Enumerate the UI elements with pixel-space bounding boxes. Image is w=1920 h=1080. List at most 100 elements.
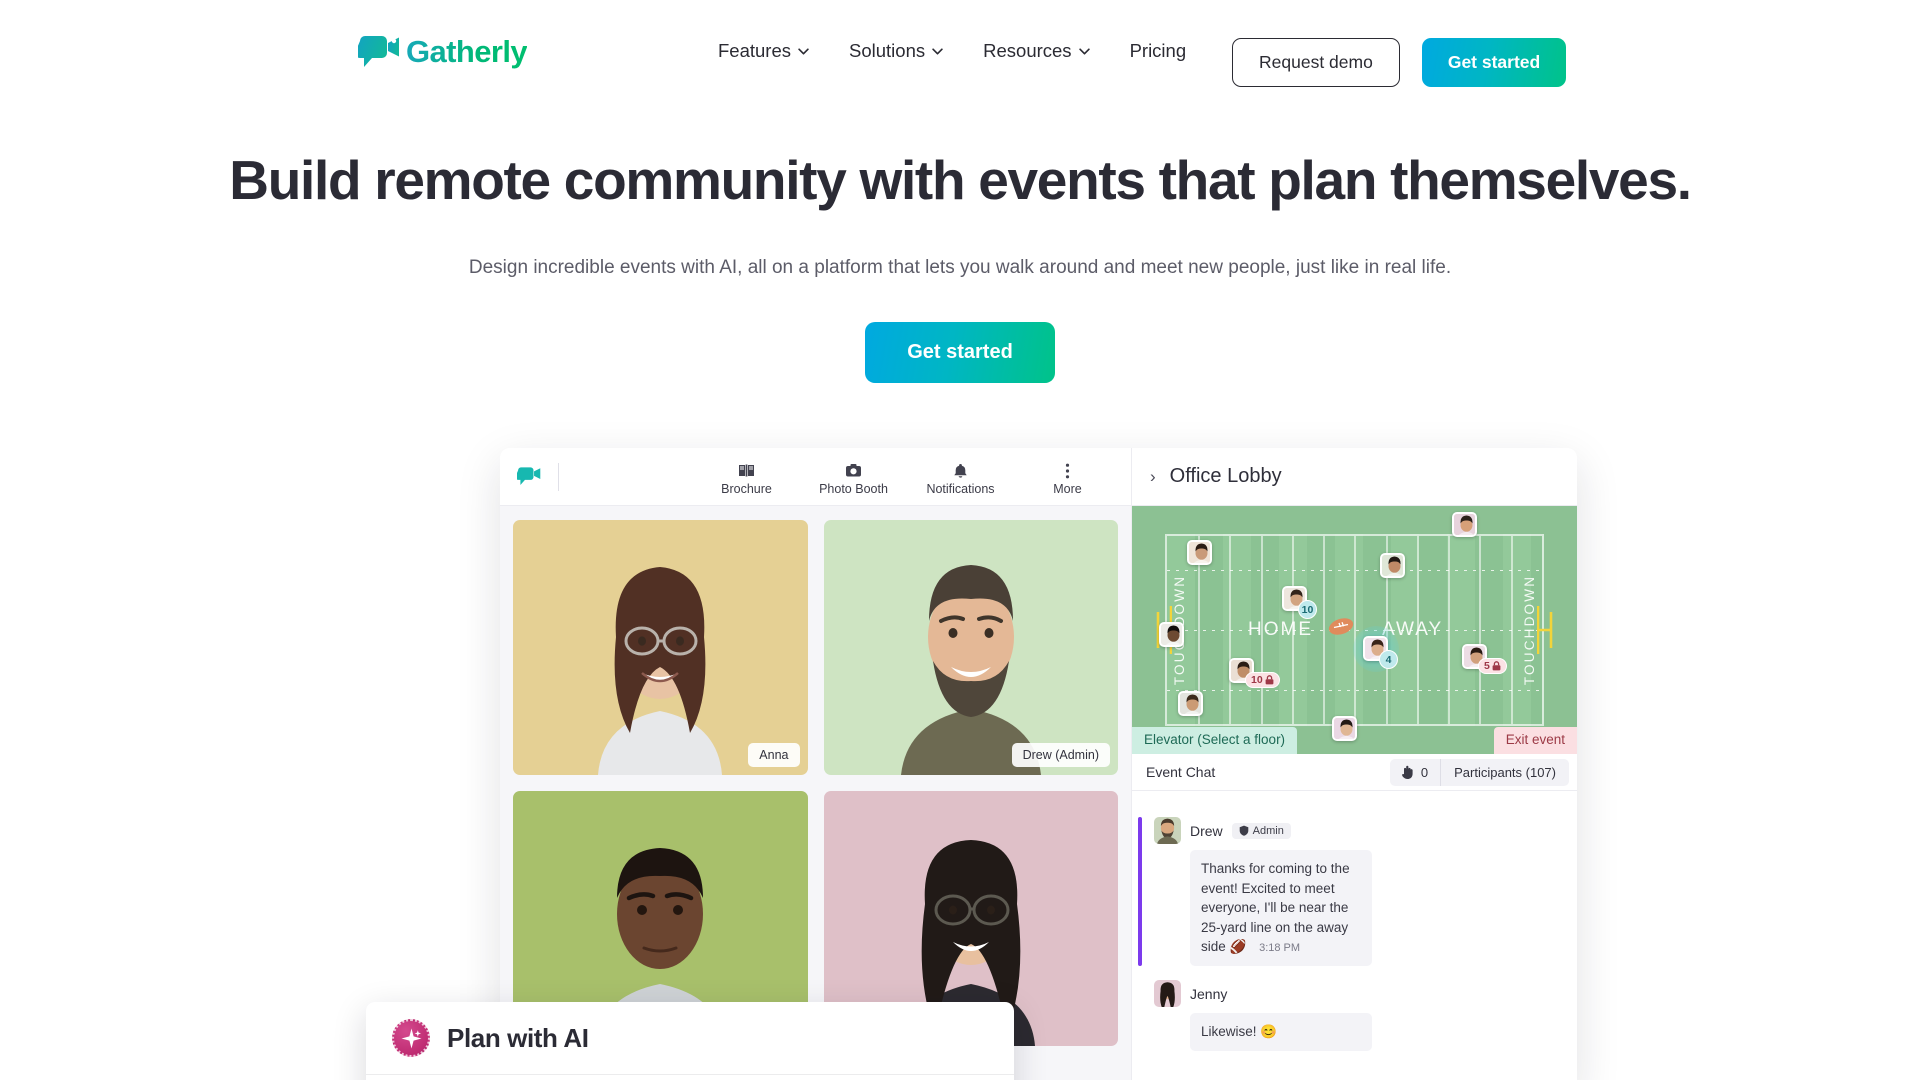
status-badge: Admin [1231, 822, 1291, 839]
sparkle-icon [392, 1019, 430, 1057]
raise-hand-count: 0 [1420, 764, 1429, 780]
room-name-label: Office Lobby [1169, 465, 1282, 487]
room-header: › Office Lobby [1131, 448, 1577, 506]
nav-item-features[interactable]: Features [718, 40, 809, 62]
map-pin-badge: 10 [1298, 600, 1317, 619]
app-toolbar: Brochure Photo Booth Notifications More [693, 457, 1121, 496]
map-participant-pin[interactable] [1380, 553, 1405, 578]
chevron-down-icon [1078, 47, 1090, 55]
goalpost-right-icon [1537, 606, 1553, 654]
hash-marks [1167, 569, 1542, 571]
map-participant-pin[interactable] [1452, 512, 1477, 537]
lock-icon [1492, 661, 1501, 671]
elevator-button[interactable]: Elevator (Select a floor) [1132, 727, 1298, 754]
event-map-football-field[interactable]: TOUCHDOWN TOUCHDOWN HOME AWAY 104105 Ele… [1132, 506, 1577, 754]
chat-message-time: 3:18 PM [1259, 942, 1301, 955]
app-mockup: Brochure Photo Booth Notifications More … [500, 448, 1577, 1080]
nav-item-features-label: Features [718, 40, 792, 61]
app-logo-icon[interactable] [517, 466, 542, 487]
toolbar-item-photo-booth-label: Photo Booth [819, 482, 888, 496]
hero-section: Build remote community with events that … [0, 149, 1920, 384]
video-tile[interactable]: Drew (Admin) [823, 520, 1118, 775]
video-tile[interactable]: Anna [513, 520, 808, 775]
book-icon [738, 461, 755, 480]
exit-event-button[interactable]: Exit event [1493, 727, 1577, 754]
chevron-right-icon[interactable]: › [1150, 467, 1156, 487]
kebab-menu-icon [1065, 461, 1070, 480]
map-pin-count: 10 [1301, 603, 1314, 616]
endzone-label-right: TOUCHDOWN [1522, 574, 1537, 686]
plan-with-ai-header: Plan with AI [366, 1002, 1014, 1075]
nav-actions: Request demo Get started [1232, 38, 1567, 87]
video-grid: Anna Drew (Admin) [513, 520, 1118, 1046]
toolbar-item-photo-booth[interactable]: Photo Booth [800, 457, 907, 496]
toolbar-item-brochure[interactable]: Brochure [693, 457, 800, 496]
map-participant-pin[interactable] [1187, 540, 1212, 565]
map-participant-pin[interactable] [1159, 622, 1184, 647]
camera-icon [845, 461, 862, 480]
map-pin-count: 10 [1251, 674, 1263, 686]
video-chat-bubble-icon [358, 36, 399, 67]
video-grid-pane: Anna Drew (Admin) [500, 506, 1131, 1080]
hero-subhead: Design incredible events with AI, all on… [468, 256, 1452, 278]
avatar [1161, 624, 1182, 645]
field-playing-surface [1165, 534, 1544, 726]
lock-icon [1265, 675, 1274, 685]
app-toolbar-area: Brochure Photo Booth Notifications More [500, 448, 1131, 506]
map-pin-badge: 10 [1245, 672, 1280, 688]
chat-message-bubble: Thanks for coming to the event! Excited … [1190, 850, 1372, 967]
map-pin-badge: 4 [1379, 650, 1398, 669]
toolbar-divider [558, 462, 559, 491]
toolbar-item-more-label: More [1053, 482, 1082, 496]
avatar [1382, 555, 1403, 576]
chat-message-header: Drew Admin [1154, 817, 1563, 844]
brand-logo[interactable]: Gatherly [358, 34, 528, 70]
avatar [1154, 980, 1181, 1008]
participant-avatar [598, 567, 723, 775]
map-pin-count: 5 [1484, 660, 1490, 672]
chat-message-bubble: Likewise! 😊 [1190, 1013, 1372, 1051]
chat-message-author: Drew [1190, 822, 1223, 839]
avatar [1189, 542, 1210, 563]
shield-icon [1239, 825, 1248, 836]
chevron-down-icon [932, 47, 943, 55]
raise-hand-button[interactable]: 0 [1390, 759, 1440, 786]
get-started-nav-button[interactable]: Get started [1421, 38, 1567, 87]
avatar [1454, 514, 1475, 535]
brand-name: Gatherly [406, 34, 528, 69]
nav-links: Features Solutions Resources Pricing [718, 40, 1186, 62]
request-demo-button[interactable]: Request demo [1232, 38, 1400, 87]
chat-message-list[interactable]: Drew Admin Thanks for coming to the even… [1132, 791, 1577, 1080]
chat-message-text: Likewise! 😊 [1201, 1024, 1278, 1040]
hash-marks [1167, 630, 1542, 631]
nav-item-pricing[interactable]: Pricing [1130, 40, 1187, 62]
toolbar-item-more[interactable]: More [1014, 457, 1121, 496]
plan-with-ai-card[interactable]: Plan with AI [366, 1002, 1014, 1080]
nav-item-pricing-label: Pricing [1129, 40, 1187, 61]
hero-headline: Build remote community with events that … [229, 149, 1692, 211]
field-action-bar: Elevator (Select a floor) Exit event [1132, 727, 1577, 754]
avatar [1180, 693, 1201, 714]
raised-hand-icon [1401, 765, 1413, 779]
map-and-chat-pane: TOUCHDOWN TOUCHDOWN HOME AWAY 104105 Ele… [1131, 506, 1577, 1080]
nav-item-solutions[interactable]: Solutions [849, 40, 943, 62]
chat-message-header: Jenny [1154, 980, 1563, 1008]
toolbar-item-notifications-label: Notifications [926, 482, 995, 496]
hero-get-started-button[interactable]: Get started [865, 322, 1055, 384]
admin-badge-label: Admin [1252, 824, 1284, 837]
bell-icon [953, 461, 968, 480]
chat-header-actions: 0 Participants (107) [1389, 758, 1569, 786]
participant-avatar [900, 565, 1041, 775]
chat-header: Event Chat 0 Participants (107) [1132, 754, 1577, 791]
hash-marks [1167, 690, 1542, 692]
toolbar-item-notifications[interactable]: Notifications [907, 457, 1014, 496]
video-tile-name: Anna [748, 743, 800, 767]
toolbar-item-brochure-label: Brochure [721, 482, 772, 496]
nav-item-resources[interactable]: Resources [983, 40, 1090, 62]
participants-button[interactable]: Participants (107) [1441, 759, 1569, 786]
app-body: Anna Drew (Admin) TOUCHDOWN HOME AWAY 10… [500, 506, 1577, 1080]
map-participant-pin[interactable] [1178, 691, 1203, 716]
avatar [1154, 817, 1181, 844]
top-navigation-bar: Gatherly Features Solutions Resources Pr… [0, 0, 1920, 100]
chat-message-author: Jenny [1190, 985, 1228, 1002]
